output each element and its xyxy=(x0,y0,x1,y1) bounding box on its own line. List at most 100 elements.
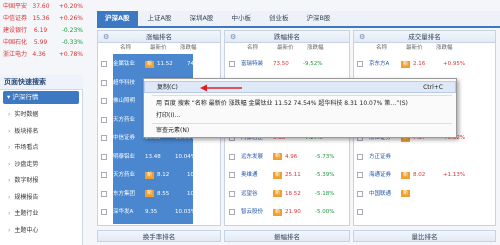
losers-header: ⚙ 跌幅排名 xyxy=(225,31,349,43)
row-checkbox[interactable] xyxy=(101,135,107,141)
stock-name[interactable]: 方正证券 xyxy=(369,149,401,165)
loser-row[interactable]: 远望谷新 18.52 -5.18% xyxy=(229,186,345,202)
col-name[interactable]: 名称 xyxy=(376,43,406,54)
menu-copy-shortcut: Ctrl+C xyxy=(423,84,443,91)
stock-name[interactable]: 金属钛业 xyxy=(113,56,145,72)
col-change[interactable]: 涨跌幅 xyxy=(180,43,210,54)
gainers-title: 涨幅排名 xyxy=(146,33,172,41)
gainer-row[interactable]: 深华发A 9.35 10.03% xyxy=(101,204,205,220)
stock-name[interactable]: 海通证券 xyxy=(369,167,401,183)
ticker-row[interactable]: 中信证券 15.36 +0.26% xyxy=(0,13,83,25)
stock-name[interactable]: 深华发A xyxy=(113,204,145,220)
volume-row[interactable]: 海通证券新 8.02 +1.13% xyxy=(357,167,473,183)
sidebar-item[interactable]: › 规模报告 xyxy=(8,191,78,205)
row-checkbox[interactable] xyxy=(101,61,107,67)
gainer-row[interactable]: 明泰铝业 13.48 10.04% xyxy=(101,149,205,165)
gear-icon[interactable]: ⚙ xyxy=(230,31,236,43)
loser-row[interactable]: 远东发展新 4.96 -5.73% xyxy=(229,149,345,165)
row-checkbox[interactable] xyxy=(101,153,107,160)
volume-row[interactable] xyxy=(357,204,461,220)
row-checkbox[interactable] xyxy=(357,209,363,215)
stock-name[interactable]: 明泰铝业 xyxy=(113,149,145,165)
gainer-row[interactable]: 东方集团新 8.55 10.04% xyxy=(101,186,217,202)
tab-sh-a[interactable]: 上证A股 xyxy=(140,11,180,26)
menu-copy[interactable]: 复制(C) Ctrl+C xyxy=(144,81,456,93)
col-change[interactable]: 涨跌幅 xyxy=(307,43,337,54)
stock-name[interactable]: 远东发展 xyxy=(241,149,273,165)
sidebar-item-label: 板块排名 xyxy=(14,127,39,135)
ticker-row[interactable]: 浙江电力 4.36 +0.78% xyxy=(0,49,83,61)
stock-name[interactable]: 京东方A xyxy=(369,56,401,72)
stock-name[interactable]: 远望谷 xyxy=(241,186,273,202)
row-checkbox[interactable] xyxy=(229,190,235,197)
stock-name[interactable]: 佛山照明 xyxy=(113,93,145,109)
ticker-row[interactable]: 中国平安 37.60 +0.20% xyxy=(0,1,83,13)
stock-name[interactable]: 超华科技 xyxy=(113,75,145,91)
gainer-row[interactable]: 天方药业新 8.12 10.04% xyxy=(101,167,217,183)
sidebar-item[interactable]: › 数字财报 xyxy=(8,174,78,188)
col-price[interactable]: 最新价 xyxy=(277,43,307,54)
gainer-row[interactable]: 金属钛业新 11.52 74.54% xyxy=(101,56,217,72)
ticker-row[interactable]: 中国石化 5.99 -0.33% xyxy=(0,37,83,49)
sidebar-item[interactable]: › 市场看点 xyxy=(8,141,78,155)
menu-search-baidu[interactable]: 用 百度 搜索 “名称 最新价 涨跌幅 金属钛业 11.52 74.54% 超华… xyxy=(144,98,456,110)
stock-name[interactable]: 奥维通 xyxy=(241,167,273,183)
market-category-header[interactable]: ▾ 沪深行情 xyxy=(3,91,79,104)
ticker-change: +0.20% xyxy=(58,3,83,10)
volume-row[interactable]: 京东方A 新 2.16 +0.95% xyxy=(357,56,473,72)
stock-name[interactable]: 天方药业 xyxy=(113,112,145,128)
tab-hs-b[interactable]: 沪深B股 xyxy=(298,11,338,26)
stock-name[interactable]: 智云股份 xyxy=(241,204,273,220)
ticker-row[interactable]: 建设银行 6.19 -0.23% xyxy=(0,25,83,37)
tab-gem[interactable]: 创业板 xyxy=(261,11,297,26)
turnover-title: 换手率排名 xyxy=(142,233,176,241)
col-name[interactable]: 名称 xyxy=(120,43,150,54)
gear-icon[interactable]: ⚙ xyxy=(103,31,109,43)
loser-row[interactable]: 奥维通新 25.11 -5.39% xyxy=(229,167,345,183)
menu-print[interactable]: 打印(I)... xyxy=(144,110,456,122)
row-checkbox[interactable] xyxy=(229,209,235,215)
row-checkbox[interactable] xyxy=(101,190,107,197)
stock-name[interactable]: 中信证券 xyxy=(113,130,145,146)
loser-row[interactable]: 智云股份新 21.90 -5.00% xyxy=(229,204,345,220)
row-checkbox[interactable] xyxy=(357,172,363,178)
stock-name[interactable]: 富瑞特装 xyxy=(241,56,273,72)
tab-sz-a[interactable]: 深圳A股 xyxy=(181,11,221,26)
stock-name[interactable]: 中国联通 xyxy=(369,186,401,202)
sidebar-item[interactable]: › 沙盘走势 xyxy=(8,158,78,172)
stock-price: 9.35 xyxy=(145,209,158,215)
volume-row[interactable]: 方正证券 xyxy=(357,149,461,165)
stock-change: 10.04% xyxy=(187,190,208,197)
gear-icon[interactable]: ⚙ xyxy=(359,31,365,43)
sidebar-item[interactable]: › 板块排名 xyxy=(8,125,78,139)
sidebar-item-label: 实时数据 xyxy=(14,111,39,118)
col-change[interactable]: 涨跌幅 xyxy=(436,43,466,54)
tab-hs-a[interactable]: 沪深A股 xyxy=(97,11,138,26)
col-name[interactable]: 名称 xyxy=(247,43,277,54)
row-checkbox[interactable] xyxy=(357,190,363,197)
menu-inspect[interactable]: 审查元素(N) xyxy=(144,125,456,137)
tab-sme[interactable]: 中小板 xyxy=(223,11,259,26)
col-price[interactable]: 最新价 xyxy=(150,43,180,54)
row-checkbox[interactable] xyxy=(229,61,235,67)
sidebar-item[interactable]: › 主题中心 xyxy=(8,224,78,238)
chevron-right-icon: › xyxy=(8,160,11,168)
new-badge: 新 xyxy=(273,171,283,179)
row-checkbox[interactable] xyxy=(101,79,107,86)
row-checkbox[interactable] xyxy=(357,61,363,67)
row-checkbox[interactable] xyxy=(101,116,107,123)
row-checkbox[interactable] xyxy=(357,153,363,160)
stock-name[interactable]: 天方药业 xyxy=(113,167,145,183)
stock-name[interactable]: 东方集团 xyxy=(113,186,145,202)
loser-row[interactable]: 富瑞特装 73.50 -9.52% xyxy=(229,56,333,72)
volume-colhead: 名称 最新价 涨跌幅 xyxy=(354,43,495,54)
sidebar-item[interactable]: › 实时数据 xyxy=(8,108,78,122)
sidebar-item[interactable]: › 主题行业 xyxy=(8,207,78,221)
volume-row[interactable]: 中国联通新 xyxy=(357,186,473,202)
col-price[interactable]: 最新价 xyxy=(406,43,436,54)
row-checkbox[interactable] xyxy=(101,172,107,178)
row-checkbox[interactable] xyxy=(101,209,107,215)
row-checkbox[interactable] xyxy=(229,153,235,160)
row-checkbox[interactable] xyxy=(229,172,235,178)
row-checkbox[interactable] xyxy=(101,98,107,104)
